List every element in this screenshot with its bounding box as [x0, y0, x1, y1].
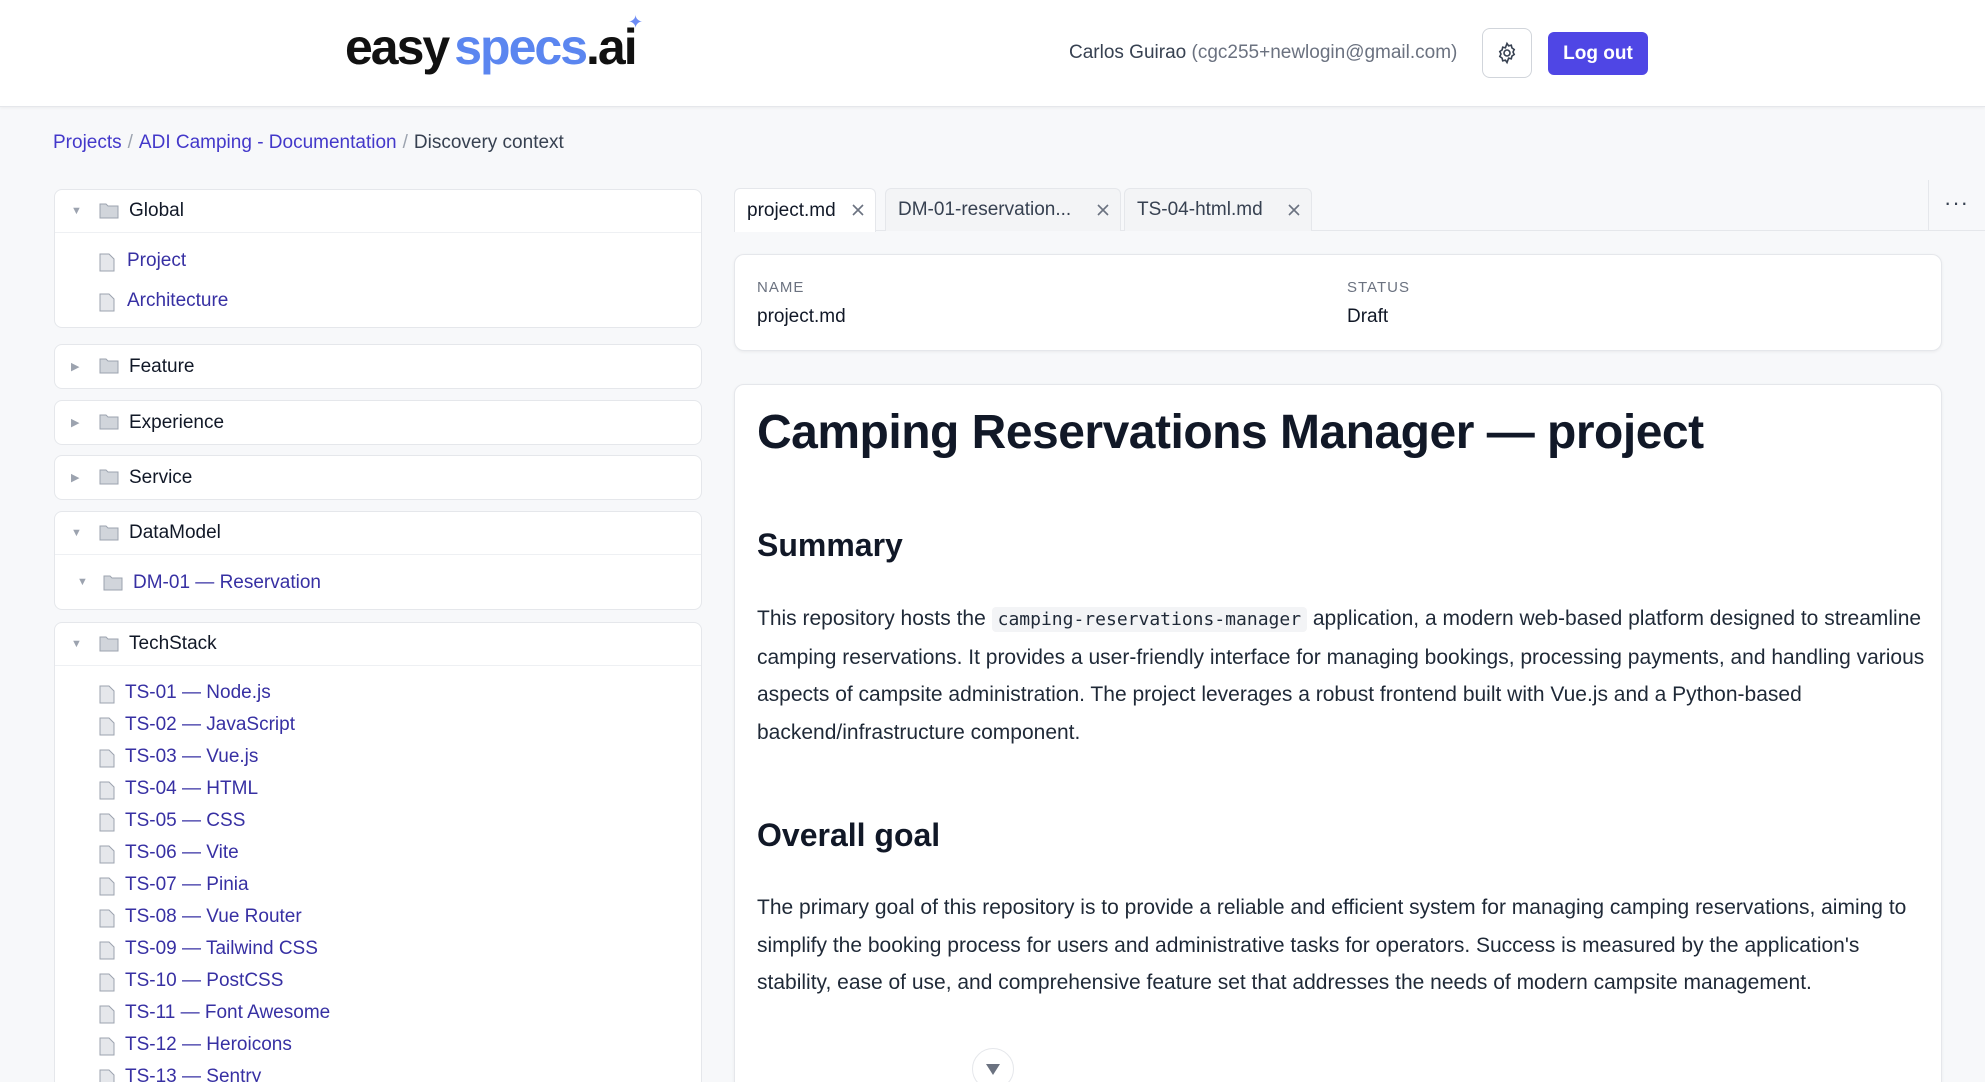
logo[interactable]: easy specs.ai ✦ [345, 12, 643, 76]
tab-ts-04-html[interactable]: TS-04-html.md [1124, 188, 1312, 231]
caret-down-icon: ▼ [71, 205, 82, 217]
sidebar-group-techstack: ▼ TechStack TS-01 — Node.js TS-02 — Java… [54, 622, 702, 1082]
caret-down-icon: ▼ [71, 638, 82, 650]
close-icon[interactable] [1096, 203, 1110, 217]
caret-right-icon: ▶ [71, 361, 80, 373]
sidebar-group-header-datamodel[interactable]: ▼ DataModel [55, 512, 701, 555]
sidebar-group-feature[interactable]: ▶ Feature [54, 344, 702, 389]
settings-button[interactable] [1482, 28, 1532, 78]
user-info: Carlos Guirao (cgc255+newlogin@gmail.com… [1069, 42, 1457, 64]
user-name: Carlos Guirao [1069, 42, 1187, 63]
file-icon [99, 1037, 115, 1056]
sidebar-group-header-global[interactable]: ▼ Global [55, 190, 701, 233]
document-viewer: Camping Reservations Manager — project S… [734, 384, 1942, 1082]
close-icon[interactable] [1287, 203, 1301, 217]
caret-right-icon: ▶ [71, 472, 80, 484]
caret-down-icon: ▼ [77, 576, 88, 588]
doc-heading-overall-goal: Overall goal [757, 817, 941, 853]
file-icon [99, 293, 115, 312]
file-icon [99, 845, 115, 864]
sidebar-group-service[interactable]: ▶ Service [54, 455, 702, 500]
file-icon [99, 717, 115, 736]
sidebar-group-datamodel: ▼ DataModel ▼ DM-01 — Reservation [54, 511, 702, 610]
sidebar-group-experience[interactable]: ▶ Experience [54, 400, 702, 445]
file-icon [99, 781, 115, 800]
folder-icon [99, 636, 119, 652]
caret-right-icon: ▶ [71, 417, 80, 429]
sidebar-group-header-techstack[interactable]: ▼ TechStack [55, 623, 701, 666]
file-icon [99, 1005, 115, 1024]
file-icon [99, 877, 115, 896]
folder-icon [99, 358, 119, 374]
folder-icon [99, 203, 119, 219]
folder-icon [103, 575, 123, 591]
meta-name-label: NAME [757, 279, 805, 296]
logout-button[interactable]: Log out [1548, 32, 1648, 75]
user-email: (cgc255+newlogin@gmail.com) [1191, 42, 1458, 63]
breadcrumb-project[interactable]: ADI Camping - Documentation [139, 132, 397, 153]
doc-goal-paragraph: The primary goal of this repository is t… [757, 896, 1907, 994]
meta-status-label: STATUS [1347, 279, 1410, 296]
file-icon [99, 813, 115, 832]
doc-summary-paragraph: This repository hosts the camping-reserv… [757, 607, 1925, 744]
caret-down-icon: ▼ [71, 527, 82, 539]
document-meta-card: NAME project.md STATUS Draft [734, 254, 1942, 351]
gear-icon [1498, 41, 1516, 65]
app-header: easy specs.ai ✦ Carlos Guirao (cgc255+new… [0, 0, 1985, 107]
file-icon [99, 973, 115, 992]
folder-icon [99, 469, 119, 485]
sidebar-group-global: ▼ Global Project Architecture [54, 189, 702, 328]
file-icon [99, 909, 115, 928]
meta-name-value: project.md [757, 306, 846, 327]
file-icon [99, 253, 115, 272]
file-icon [99, 941, 115, 960]
scroll-down-button[interactable] [972, 1048, 1014, 1082]
inline-code: camping-reservations-manager [991, 607, 1308, 632]
breadcrumb-projects[interactable]: Projects [53, 132, 122, 153]
more-icon[interactable]: ··· [1944, 190, 1969, 216]
doc-heading-summary: Summary [757, 527, 903, 563]
close-icon[interactable] [851, 203, 865, 217]
meta-status-value: Draft [1347, 306, 1389, 327]
breadcrumb: Projects / ADI Camping - Documentation / Dis… [53, 132, 564, 153]
sparkle-icon: ✦ [628, 12, 643, 32]
breadcrumb-current: Discovery context [413, 132, 564, 153]
file-icon [99, 1069, 115, 1082]
tab-dm-01-reservation[interactable]: DM-01-reservation... [885, 188, 1121, 231]
tab-project-md[interactable]: project.md [734, 188, 876, 232]
file-icon [99, 685, 115, 704]
doc-title: Camping Reservations Manager — project [757, 406, 1704, 459]
tabs-divider [1928, 180, 1929, 230]
chevron-down-icon [986, 1064, 1000, 1075]
folder-icon [99, 525, 119, 541]
folder-icon [99, 414, 119, 430]
file-icon [99, 749, 115, 768]
